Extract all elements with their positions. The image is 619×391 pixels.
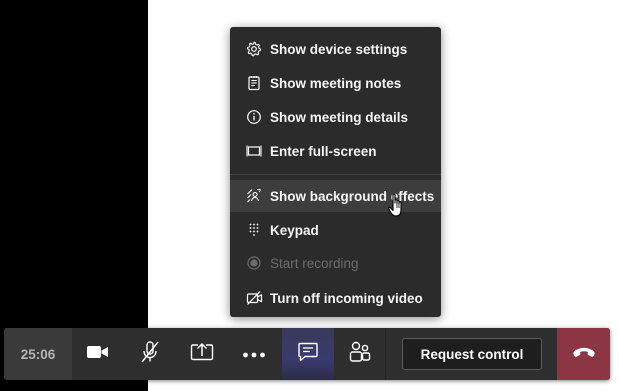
- info-icon: [245, 108, 263, 126]
- chat-icon: [297, 341, 319, 368]
- camera-button[interactable]: [72, 328, 124, 380]
- hand-cursor-icon: [388, 193, 406, 224]
- hang-up-button[interactable]: [557, 328, 610, 380]
- menu-item-label: Turn off incoming video: [270, 290, 423, 306]
- menu-item-background-effects[interactable]: Show background effects: [230, 180, 441, 212]
- participants-icon: [348, 340, 372, 369]
- fullscreen-icon: [245, 142, 263, 160]
- menu-item-start-recording[interactable]: Start recording: [230, 247, 441, 279]
- menu-item-label: Show device settings: [270, 41, 408, 57]
- participants-button[interactable]: [334, 328, 386, 380]
- more-options-menu: Show device settings Show meeting notes …: [230, 27, 441, 317]
- hang-up-icon: [572, 345, 596, 363]
- share-screen-icon: [190, 342, 214, 367]
- keypad-icon: [245, 221, 263, 239]
- background-effects-icon: [245, 187, 263, 205]
- camera-icon: [86, 343, 110, 366]
- menu-item-device-settings[interactable]: Show device settings: [230, 33, 441, 65]
- menu-divider: [230, 174, 441, 175]
- record-icon: [245, 254, 263, 272]
- gear-icon: [245, 40, 263, 58]
- menu-item-full-screen[interactable]: Enter full-screen: [230, 135, 441, 167]
- mic-button[interactable]: [124, 328, 176, 380]
- toolbar-divider: [385, 328, 386, 380]
- call-timer: 25:06: [4, 328, 72, 380]
- more-options-button[interactable]: [228, 328, 280, 380]
- request-control-button[interactable]: Request control: [402, 338, 542, 370]
- notes-icon: [245, 74, 263, 92]
- menu-item-turn-off-video[interactable]: Turn off incoming video: [230, 282, 441, 314]
- call-toolbar: 25:06 Request control: [4, 328, 610, 380]
- menu-item-label: Start recording: [270, 255, 359, 271]
- menu-item-keypad[interactable]: Keypad: [230, 214, 441, 246]
- menu-item-meeting-notes[interactable]: Show meeting notes: [230, 67, 441, 99]
- menu-item-label: Enter full-screen: [270, 143, 377, 159]
- more-options-icon: [242, 345, 266, 363]
- menu-item-label: Keypad: [270, 222, 319, 238]
- share-screen-button[interactable]: [176, 328, 228, 380]
- menu-item-label: Show background effects: [270, 188, 435, 204]
- menu-item-meeting-details[interactable]: Show meeting details: [230, 101, 441, 133]
- video-off-icon: [245, 289, 263, 307]
- menu-item-label: Show meeting details: [270, 109, 409, 125]
- menu-item-label: Show meeting notes: [270, 75, 402, 91]
- mic-muted-icon: [139, 340, 161, 369]
- chat-button[interactable]: [282, 328, 334, 380]
